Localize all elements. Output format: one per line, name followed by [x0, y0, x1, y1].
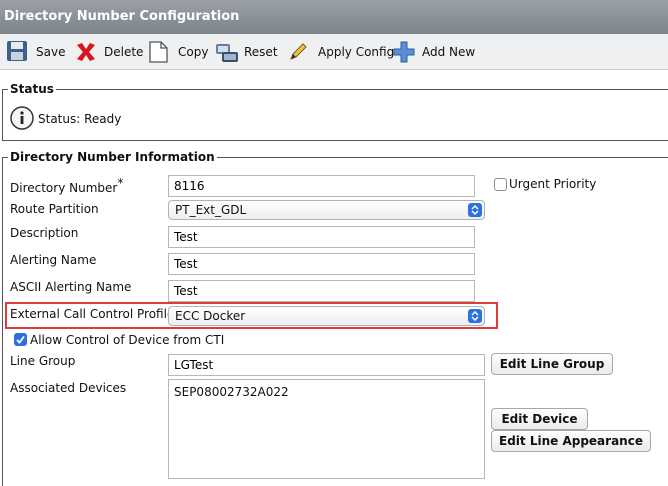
- add-new-label: Add New: [422, 45, 476, 59]
- ascii-alerting-name-label: ASCII Alerting Name: [10, 280, 132, 294]
- alerting-name-label: Alerting Name: [10, 253, 97, 267]
- route-partition-label: Route Partition: [10, 202, 99, 216]
- description-input[interactable]: [168, 226, 475, 248]
- info-icon: [10, 106, 34, 133]
- description-label: Description: [10, 226, 79, 240]
- list-item[interactable]: SEP08002732A022: [174, 385, 479, 399]
- allow-cti-checkbox[interactable]: [14, 333, 27, 346]
- save-button[interactable]: Save: [6, 39, 65, 65]
- checkmark-icon: [16, 335, 25, 344]
- directory-number-label: Directory Number*: [10, 176, 124, 195]
- route-partition-value: PT_Ext_GDL: [175, 203, 247, 217]
- add-new-button[interactable]: Add New: [392, 39, 475, 65]
- alerting-name-input[interactable]: [168, 253, 475, 275]
- edit-device-button[interactable]: Edit Device: [491, 408, 588, 430]
- line-group-label: Line Group: [10, 354, 76, 368]
- pencil-icon: [288, 40, 312, 64]
- save-label: Save: [36, 45, 66, 59]
- route-partition-select[interactable]: PT_Ext_GDL: [168, 200, 485, 220]
- ecc-profile-value: ECC Docker: [175, 309, 246, 323]
- required-marker: *: [117, 176, 124, 190]
- associated-devices-list[interactable]: SEP08002732A022: [168, 379, 485, 479]
- copy-icon: [148, 40, 172, 64]
- status-text: Status: Ready: [38, 112, 122, 126]
- edit-line-group-button[interactable]: Edit Line Group: [491, 353, 613, 375]
- directory-number-input[interactable]: [168, 175, 475, 197]
- reset-icon: [214, 40, 238, 64]
- reset-label: Reset: [244, 45, 278, 59]
- ecc-profile-select[interactable]: ECC Docker: [168, 306, 485, 326]
- toolbar: Save Delete Copy Reset Apply Config Add …: [0, 34, 668, 70]
- urgent-priority-checkbox[interactable]: [494, 178, 507, 191]
- delete-label: Delete: [104, 45, 144, 59]
- delete-button[interactable]: Delete: [74, 39, 143, 65]
- allow-cti-label: Allow Control of Device from CTI: [30, 333, 225, 347]
- plus-icon: [392, 40, 416, 64]
- save-icon: [6, 40, 30, 64]
- delete-icon: [74, 40, 98, 64]
- select-arrows-icon: [468, 309, 482, 323]
- apply-config-label: Apply Config: [318, 45, 395, 59]
- copy-label: Copy: [178, 45, 209, 59]
- reset-button[interactable]: Reset: [214, 39, 278, 65]
- select-arrows-icon: [468, 203, 482, 217]
- window-title: Directory Number Configuration: [0, 0, 668, 34]
- edit-line-appearance-button[interactable]: Edit Line Appearance: [491, 430, 651, 452]
- apply-config-button[interactable]: Apply Config: [288, 39, 394, 65]
- ecc-profile-label: External Call Control Profile: [10, 307, 175, 321]
- associated-devices-label: Associated Devices: [10, 381, 127, 395]
- line-group-input[interactable]: [168, 354, 485, 376]
- ascii-alerting-name-input[interactable]: [168, 280, 475, 302]
- status-section-title: Status: [8, 82, 56, 96]
- dn-info-section-title: Directory Number Information: [8, 150, 217, 164]
- copy-button[interactable]: Copy: [148, 39, 208, 65]
- urgent-priority-label: Urgent Priority: [509, 177, 597, 191]
